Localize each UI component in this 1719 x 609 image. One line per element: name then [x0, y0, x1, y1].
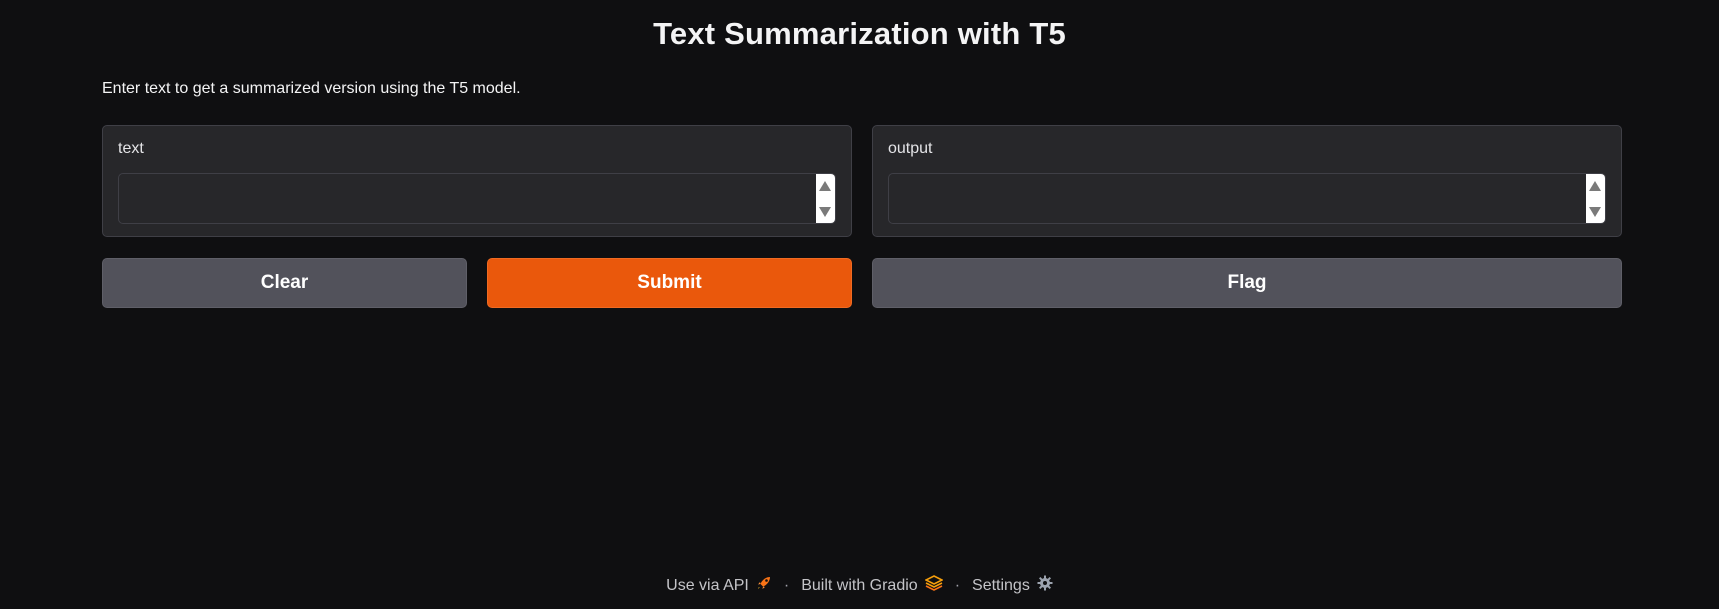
scroll-up-arrow-icon[interactable] — [819, 181, 831, 191]
page-title: Text Summarization with T5 — [653, 16, 1066, 51]
footer-separator: · — [783, 576, 790, 594]
input-textbox — [118, 173, 836, 224]
rocket-icon — [756, 575, 772, 596]
flag-button[interactable]: Flag — [872, 258, 1622, 308]
page-description: Enter text to get a summarized version u… — [102, 80, 521, 97]
submit-button[interactable]: Submit — [487, 258, 852, 308]
output-text-field[interactable] — [889, 174, 1585, 223]
footer: Use via API · Built with Gradio · Settin… — [0, 575, 1719, 596]
clear-button[interactable]: Clear — [102, 258, 467, 308]
built-with-gradio-link[interactable]: Built with Gradio — [801, 575, 944, 596]
output-textbox — [888, 173, 1606, 224]
use-via-api-label: Use via API — [666, 576, 749, 594]
input-scrollbar[interactable] — [816, 174, 835, 223]
output-panel: output — [872, 125, 1622, 237]
settings-link[interactable]: Settings — [972, 575, 1053, 596]
gear-icon — [1037, 575, 1053, 596]
input-text-panel: text — [102, 125, 852, 237]
use-via-api-link[interactable]: Use via API — [666, 575, 772, 596]
gradio-logo-icon — [923, 575, 944, 596]
input-text-field[interactable] — [119, 174, 815, 223]
built-with-gradio-label: Built with Gradio — [801, 576, 918, 594]
settings-label: Settings — [972, 576, 1030, 594]
footer-separator: · — [954, 576, 961, 594]
scroll-down-arrow-icon[interactable] — [819, 207, 831, 217]
output-label: output — [888, 140, 933, 157]
scroll-up-arrow-icon[interactable] — [1589, 181, 1601, 191]
input-text-label: text — [118, 140, 144, 157]
output-scrollbar[interactable] — [1586, 174, 1605, 223]
scroll-down-arrow-icon[interactable] — [1589, 207, 1601, 217]
app-page: Text Summarization with T5 Enter text to… — [0, 0, 1719, 609]
